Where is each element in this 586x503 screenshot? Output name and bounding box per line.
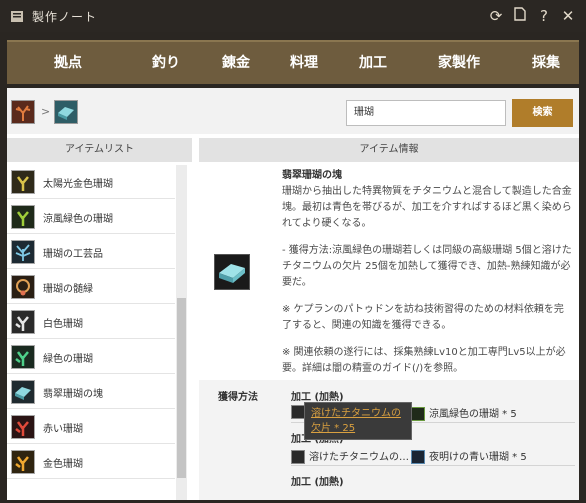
ingot-icon <box>58 107 74 120</box>
nav-item-processing[interactable]: 加工 <box>359 42 387 84</box>
list-item-label: 珊瑚の髄緑 <box>43 284 93 295</box>
item-info-header: アイテム情報 <box>199 138 579 162</box>
list-item[interactable]: 金色珊瑚 <box>7 445 175 479</box>
item-thumb[interactable] <box>54 100 78 124</box>
coral-craft-icon <box>11 240 35 264</box>
search-button[interactable]: 検索 <box>512 99 573 127</box>
window-title: 製作ノート <box>32 9 98 24</box>
titanium-shard-icon <box>291 405 305 419</box>
acquisition-method-title: 加工 (加熱) <box>291 477 344 488</box>
material-label: 涼風緑色の珊瑚 * 5 <box>429 409 517 420</box>
green-coral-icon <box>11 345 35 369</box>
nav-item-fishing[interactable]: 釣り <box>152 42 180 84</box>
acquisition-method-title: 加工 (加熱) <box>291 392 344 403</box>
title-bar: 製作ノート ⟳ ? ✕ <box>0 0 586 32</box>
list-item-label: 白色珊瑚 <box>43 319 83 330</box>
material-row[interactable]: 涼風緑色の珊瑚 * 5 <box>411 405 517 421</box>
list-scrollbar-thumb[interactable] <box>177 298 186 478</box>
breadcrumb: > 珊瑚 検索 <box>7 88 579 134</box>
list-item-label: 緑色の珊瑚 <box>43 354 93 365</box>
requirement-note: ※ 関連依頼の遂行には、採集熟練Lv10と加工専門Lv5以上が必要。詳細は闇の精… <box>282 347 566 374</box>
list-item-label: 翡翠珊瑚の塊 <box>43 389 103 400</box>
breadcrumb-separator: > <box>41 105 51 118</box>
material-tooltip: 溶けたチタニウムの欠片 * 25 <box>304 402 412 440</box>
list-item[interactable]: 珊瑚の工芸品 <box>7 235 175 269</box>
content-panel: > 珊瑚 検索 アイテムリスト 太陽光金色珊瑚 涼風緑色の珊瑚 珊瑚の工芸品 珊… <box>7 88 579 500</box>
list-item-label: 涼風緑色の珊瑚 <box>43 214 113 225</box>
gold-coral-icon <box>11 450 35 474</box>
divider <box>291 465 575 466</box>
help-icon[interactable]: ? <box>536 7 552 25</box>
refresh-icon[interactable]: ⟳ <box>488 7 504 25</box>
material-label: 溶けたチタニウムの… <box>309 452 409 463</box>
nav-item-alchemy[interactable]: 錬金 <box>222 42 250 84</box>
item-list-header: アイテムリスト <box>7 138 192 162</box>
jade-coral-ingot-icon <box>214 254 250 290</box>
list-item[interactable]: 翡翠珊瑚の塊 <box>7 375 175 409</box>
list-item[interactable]: 珊瑚の髄緑 <box>7 270 175 304</box>
list-item-label: 珊瑚の工芸品 <box>43 249 103 260</box>
list-item[interactable]: 緑色の珊瑚 <box>7 340 175 374</box>
crafting-notes-icon <box>11 11 23 22</box>
green-coral-icon <box>411 407 425 421</box>
jade-coral-ingot-icon <box>11 380 35 404</box>
white-coral-icon <box>11 310 35 334</box>
acquisition-label: 獲得方法 <box>218 392 258 403</box>
material-label: 夜明けの青い珊瑚 * 5 <box>429 452 527 463</box>
category-thumb[interactable] <box>11 100 35 124</box>
item-name: 翡翠珊瑚の塊 <box>282 170 342 181</box>
gold-coral-icon <box>11 170 35 194</box>
description-paragraph: 珊瑚から抽出した特異物質をチタニウムと混合して製造した合金塊。最初は青色を帯びる… <box>282 186 572 229</box>
nav-item-cooking[interactable]: 料理 <box>290 42 318 84</box>
green-coral-icon <box>11 205 35 229</box>
item-description: 翡翠珊瑚の塊 珊瑚から抽出した特異物質をチタニウムと混合して製造した合金塊。最初… <box>282 168 572 388</box>
nav-item-gathering[interactable]: 採集 <box>532 42 560 84</box>
list-item-label: 金色珊瑚 <box>43 459 83 470</box>
close-icon[interactable]: ✕ <box>560 7 576 25</box>
nav-item-house-crafting[interactable]: 家製作 <box>438 42 480 84</box>
material-row[interactable]: 溶けたチタニウムの… <box>291 448 409 464</box>
document-icon[interactable] <box>512 7 528 25</box>
coral-necklace-icon <box>11 275 35 299</box>
list-item[interactable]: 白色珊瑚 <box>7 305 175 339</box>
blue-coral-icon <box>411 450 425 464</box>
list-item[interactable]: 赤い珊瑚 <box>7 410 175 444</box>
coral-branch-icon <box>15 105 31 121</box>
list-item-label: 太陽光金色珊瑚 <box>43 179 113 190</box>
titanium-shard-icon <box>291 450 305 464</box>
quest-note: ※ ケプランのパトゥドンを訪ね技術習得のための材料依頼を完了すると、関連の知識を… <box>282 304 564 331</box>
list-item[interactable]: 太陽光金色珊瑚 <box>7 165 175 199</box>
list-item[interactable]: 涼風緑色の珊瑚 <box>7 200 175 234</box>
acquisition-note: - 獲得方法:涼風緑色の珊瑚若しくは同級の高級珊瑚 5個と溶けたチタニウムの欠片… <box>282 245 572 288</box>
search-input[interactable]: 珊瑚 <box>346 100 506 126</box>
list-item-label: 赤い珊瑚 <box>43 424 83 435</box>
nav-item-base[interactable]: 拠点 <box>54 42 82 84</box>
category-nav: 拠点 釣り 錬金 料理 加工 家製作 採集 <box>7 40 579 84</box>
red-coral-icon <box>11 415 35 439</box>
item-list: 太陽光金色珊瑚 涼風緑色の珊瑚 珊瑚の工芸品 珊瑚の髄緑 白色珊瑚 緑色の珊瑚 … <box>7 165 175 500</box>
material-row[interactable]: 夜明けの青い珊瑚 * 5 <box>411 448 527 464</box>
